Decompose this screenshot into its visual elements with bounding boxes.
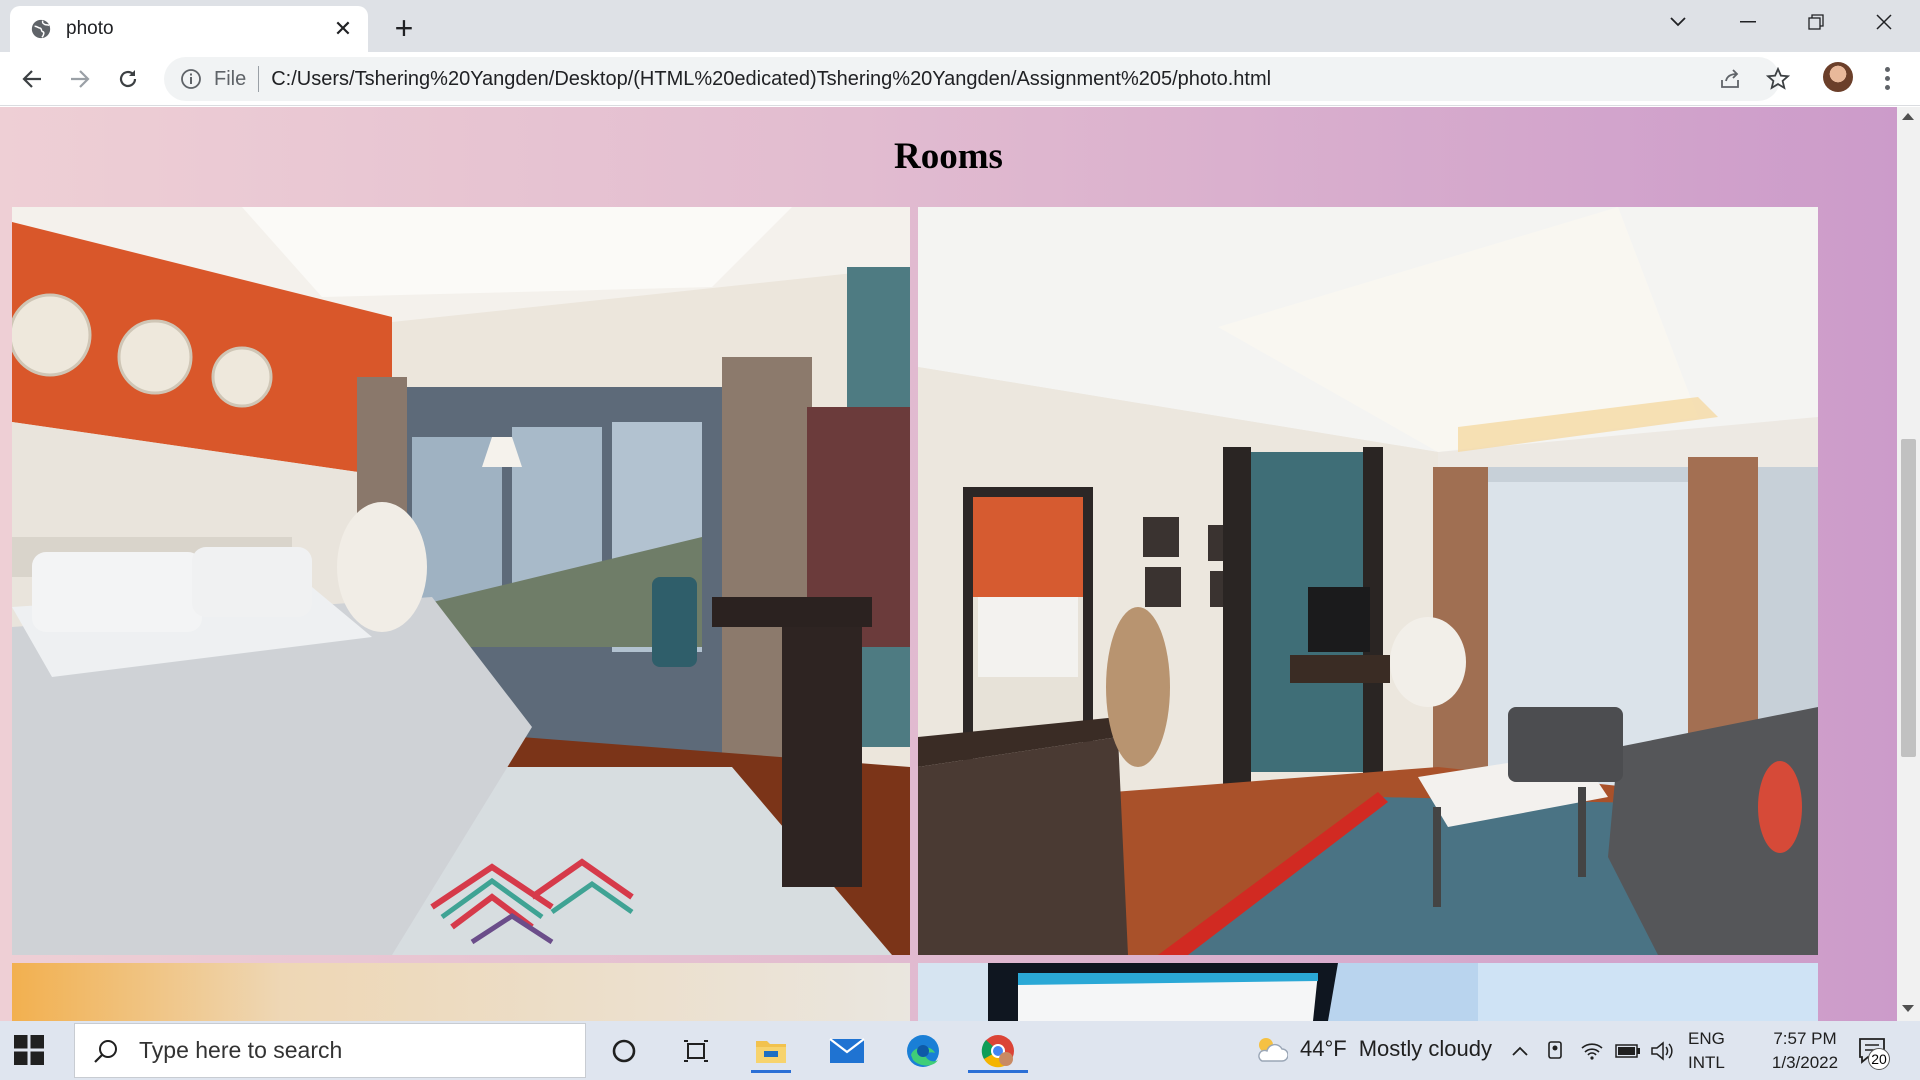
reload-icon [119, 70, 137, 88]
restore-button[interactable] [1786, 0, 1846, 44]
page-viewport: Rooms [0, 107, 1897, 1021]
arrow-left-icon [22, 70, 41, 88]
chrome-icon[interactable] [968, 1029, 1028, 1073]
bookmark-star-icon[interactable] [1760, 61, 1796, 97]
language-code: ENG [1688, 1029, 1725, 1048]
weather-temperature: 44°F [1300, 1036, 1347, 1061]
forward-button[interactable] [62, 61, 98, 97]
tab-photo[interactable]: photo ✕ [10, 6, 368, 52]
page-title: Rooms [894, 136, 1003, 177]
scroll-thumb[interactable] [1901, 439, 1916, 757]
file-explorer-icon[interactable] [747, 1029, 795, 1073]
page-scrollbar[interactable] [1897, 107, 1920, 1021]
cortana-icon[interactable] [600, 1029, 648, 1073]
weather-condition: Mostly cloudy [1358, 1036, 1492, 1061]
windows-start-icon[interactable] [14, 1035, 44, 1065]
wifi-icon[interactable] [1578, 1037, 1606, 1065]
screen-room-photo [918, 963, 1818, 1021]
battery-icon[interactable] [1614, 1037, 1642, 1065]
windows-taskbar: Type here to search 44°F Mostly cloudy E… [0, 1021, 1920, 1080]
system-clock[interactable]: 7:57 PM 1/3/2022 [1742, 1027, 1868, 1075]
scroll-up-arrow-icon[interactable] [1902, 113, 1914, 120]
share-icon[interactable] [1712, 61, 1748, 97]
notification-count-badge: 20 [1868, 1048, 1890, 1070]
scroll-down-arrow-icon[interactable] [1902, 1005, 1914, 1012]
arrow-right-icon [71, 70, 90, 88]
taskbar-search-box[interactable]: Type here to search [74, 1023, 586, 1078]
mail-icon[interactable] [823, 1029, 871, 1073]
close-window-button[interactable] [1854, 0, 1914, 44]
globe-icon [31, 19, 51, 39]
scheme-label: File [214, 67, 247, 90]
info-icon[interactable] [180, 68, 202, 90]
keyboard-layout: INTL [1688, 1053, 1725, 1072]
active-indicator [751, 1070, 791, 1073]
tab-title: photo [66, 18, 114, 39]
minimize-button[interactable] [1718, 0, 1778, 44]
task-view-icon[interactable] [672, 1029, 720, 1073]
clock-time: 7:57 PM [1773, 1029, 1837, 1048]
profile-avatar[interactable] [1823, 62, 1853, 92]
url-text[interactable]: C:/Users/Tshering%20Yangden/Desktop/(HTM… [271, 68, 1271, 91]
partly-cloudy-icon [1258, 1038, 1288, 1062]
new-tab-button[interactable]: + [386, 11, 422, 47]
address-bar[interactable]: File C:/Users/Tshering%20Yangden/Desktop… [164, 57, 1780, 101]
meet-now-icon[interactable] [1542, 1037, 1570, 1065]
show-hidden-icons-chevron-icon[interactable] [1506, 1037, 1534, 1065]
volume-icon[interactable] [1648, 1037, 1676, 1065]
browser-menu-icon[interactable] [1872, 62, 1902, 94]
back-button[interactable] [14, 61, 50, 97]
active-indicator [968, 1070, 1028, 1073]
browser-toolbar: File C:/Users/Tshering%20Yangden/Desktop… [0, 52, 1920, 106]
reload-button[interactable] [110, 61, 146, 97]
close-tab-icon[interactable]: ✕ [332, 18, 354, 40]
living-room-photo [918, 207, 1818, 955]
bedroom-photo [12, 207, 910, 955]
weather-widget[interactable]: 44°F Mostly cloudy [1254, 1035, 1492, 1063]
lounge-photo [12, 963, 910, 1021]
search-placeholder: Type here to search [139, 1037, 343, 1063]
tab-strip: photo ✕ + [0, 0, 1920, 52]
edge-browser-icon[interactable] [899, 1029, 947, 1073]
tab-search-icon[interactable] [1648, 0, 1708, 44]
address-divider [258, 66, 260, 92]
language-indicator[interactable]: ENG INTL [1688, 1027, 1725, 1075]
clock-date: 1/3/2022 [1771, 1053, 1839, 1072]
search-icon [94, 1039, 117, 1063]
